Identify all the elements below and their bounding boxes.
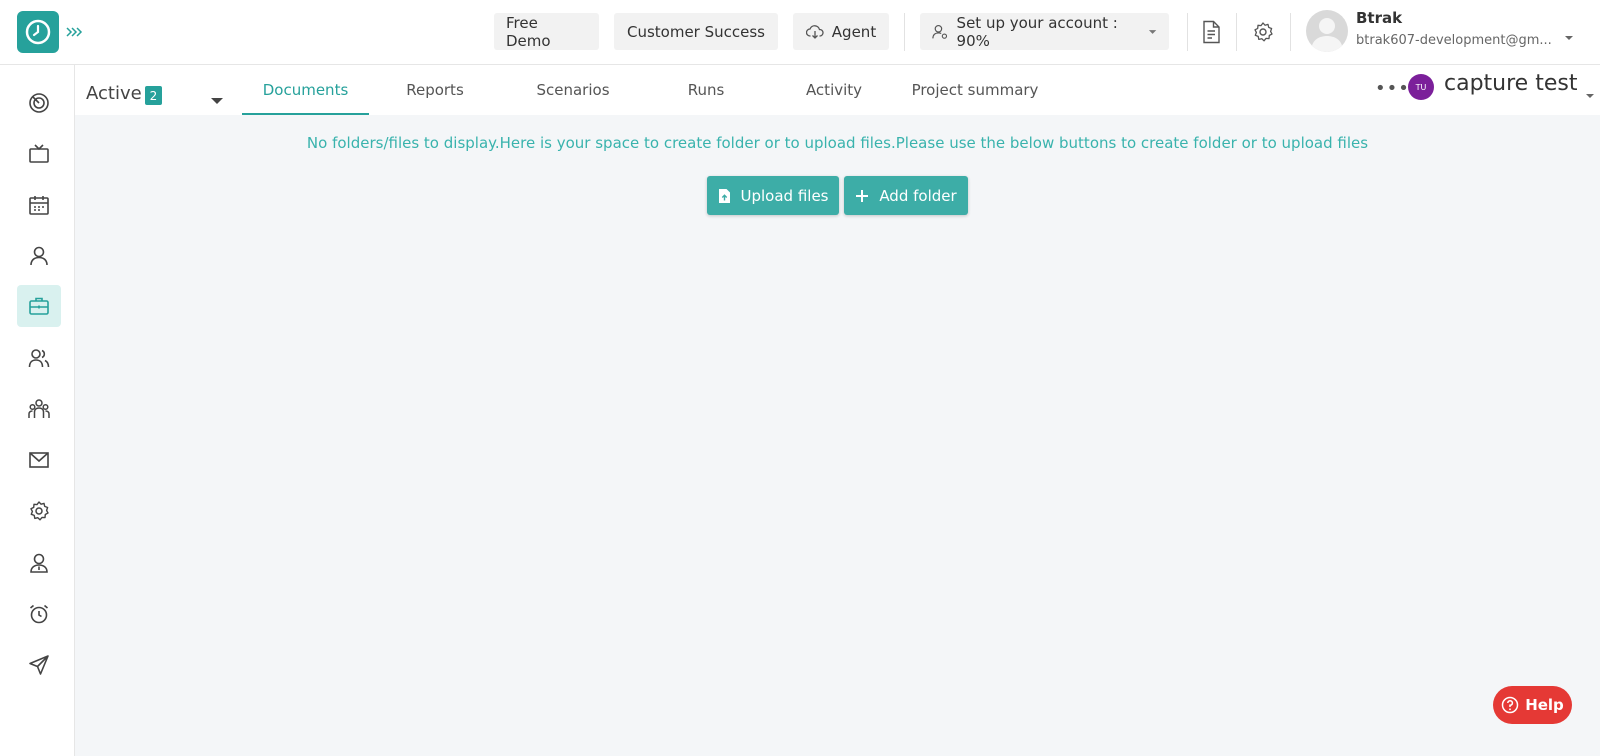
add-folder-label: Add folder bbox=[879, 186, 957, 205]
tab-activity[interactable]: Activity bbox=[789, 81, 879, 115]
agent-label: Agent bbox=[831, 22, 877, 41]
avatar[interactable] bbox=[1306, 10, 1348, 52]
tab-scenarios[interactable]: Scenarios bbox=[523, 81, 623, 115]
users-icon bbox=[28, 349, 50, 368]
tab-label: Documents bbox=[262, 81, 349, 99]
free-demo-label: Free Demo bbox=[506, 13, 551, 50]
tab-documents[interactable]: Documents bbox=[242, 81, 369, 115]
project-dropdown-caret-icon[interactable] bbox=[1585, 84, 1595, 103]
tab-project-summary[interactable]: Project summary bbox=[905, 81, 1045, 115]
tab-label: Scenarios bbox=[536, 81, 610, 99]
sidebar-item-team[interactable] bbox=[17, 388, 61, 430]
tab-label: Reports bbox=[406, 81, 464, 99]
status-count-badge: 2 bbox=[145, 86, 162, 105]
alarm-icon bbox=[29, 604, 49, 624]
user-email: btrak607-development@gm... bbox=[1356, 33, 1552, 48]
help-button[interactable]: Help bbox=[1493, 686, 1572, 724]
status-filter-label[interactable]: Active bbox=[86, 83, 142, 104]
sidebar-item-mail[interactable] bbox=[17, 439, 61, 481]
divider bbox=[904, 13, 905, 51]
clock-icon bbox=[25, 19, 51, 45]
tab-reports[interactable]: Reports bbox=[395, 81, 475, 115]
tab-label: Runs bbox=[687, 81, 725, 99]
customer-success-label: Customer Success bbox=[626, 22, 765, 41]
file-upload-icon bbox=[718, 188, 730, 203]
sidebar-item-tv[interactable] bbox=[17, 133, 61, 175]
user-settings-icon bbox=[932, 24, 948, 39]
user-menu-caret-icon[interactable] bbox=[1564, 26, 1574, 45]
chevron-down-icon bbox=[1148, 29, 1157, 34]
app-logo[interactable] bbox=[17, 11, 59, 53]
sidebar-item-profile[interactable] bbox=[17, 542, 61, 584]
upload-files-label: Upload files bbox=[740, 186, 829, 205]
add-folder-button[interactable]: Add folder bbox=[844, 176, 968, 215]
send-icon bbox=[29, 655, 49, 675]
tab-runs[interactable]: Runs bbox=[666, 81, 746, 115]
sidebar-item-users[interactable] bbox=[17, 337, 61, 379]
sidebar-item-dashboard[interactable] bbox=[17, 82, 61, 124]
user-icon bbox=[30, 246, 48, 266]
sidebar-item-alarm[interactable] bbox=[17, 593, 61, 635]
help-icon bbox=[1501, 696, 1519, 714]
tv-icon bbox=[29, 144, 49, 163]
upload-files-button[interactable]: Upload files bbox=[707, 176, 839, 215]
tab-label: Activity bbox=[805, 81, 863, 99]
divider bbox=[1236, 13, 1237, 51]
gear-icon[interactable] bbox=[1251, 20, 1275, 44]
sidebar bbox=[0, 65, 75, 756]
sidebar-item-calendar[interactable] bbox=[17, 184, 61, 226]
agent-button[interactable]: Agent bbox=[793, 13, 889, 50]
tab-label: Project summary bbox=[911, 81, 1039, 99]
sidebar-item-send[interactable] bbox=[17, 644, 61, 686]
divider bbox=[1290, 13, 1291, 51]
mail-icon bbox=[29, 452, 49, 468]
status-dropdown-caret-icon[interactable] bbox=[210, 90, 224, 109]
expand-sidebar-icon[interactable] bbox=[64, 22, 84, 42]
document-icon[interactable] bbox=[1199, 20, 1223, 44]
free-demo-button[interactable]: Free Demo bbox=[494, 13, 599, 50]
more-options-icon[interactable]: ••• bbox=[1375, 78, 1410, 99]
sidebar-item-user[interactable] bbox=[17, 235, 61, 277]
top-header: Free Demo Customer Success Agent Set up … bbox=[0, 0, 1600, 65]
dashboard-icon bbox=[29, 93, 49, 113]
cloud-download-icon bbox=[805, 24, 824, 39]
settings-icon bbox=[30, 501, 49, 521]
sidebar-item-settings[interactable] bbox=[17, 490, 61, 532]
setup-account-label: Set up your account : 90% bbox=[956, 13, 1118, 50]
plus-icon bbox=[856, 189, 869, 202]
briefcase-icon bbox=[29, 297, 49, 315]
user-name: Btrak bbox=[1356, 9, 1403, 27]
customer-success-button[interactable]: Customer Success bbox=[614, 13, 778, 50]
project-name[interactable]: capture test bbox=[1444, 71, 1577, 96]
user-avatar-icon bbox=[1311, 18, 1343, 52]
divider bbox=[1187, 13, 1188, 51]
project-subnav: Active 2 Documents Reports Scenarios Run… bbox=[75, 65, 1600, 115]
calendar-icon bbox=[29, 196, 49, 215]
project-initials-badge: TU bbox=[1408, 74, 1434, 100]
help-label: Help bbox=[1525, 696, 1564, 714]
team-icon bbox=[28, 399, 50, 418]
sidebar-item-projects[interactable] bbox=[17, 285, 61, 327]
setup-account-dropdown[interactable]: Set up your account : 90% bbox=[920, 13, 1169, 50]
badge-user-icon bbox=[30, 553, 48, 573]
empty-state-message: No folders/files to display.Here is your… bbox=[306, 134, 1369, 152]
